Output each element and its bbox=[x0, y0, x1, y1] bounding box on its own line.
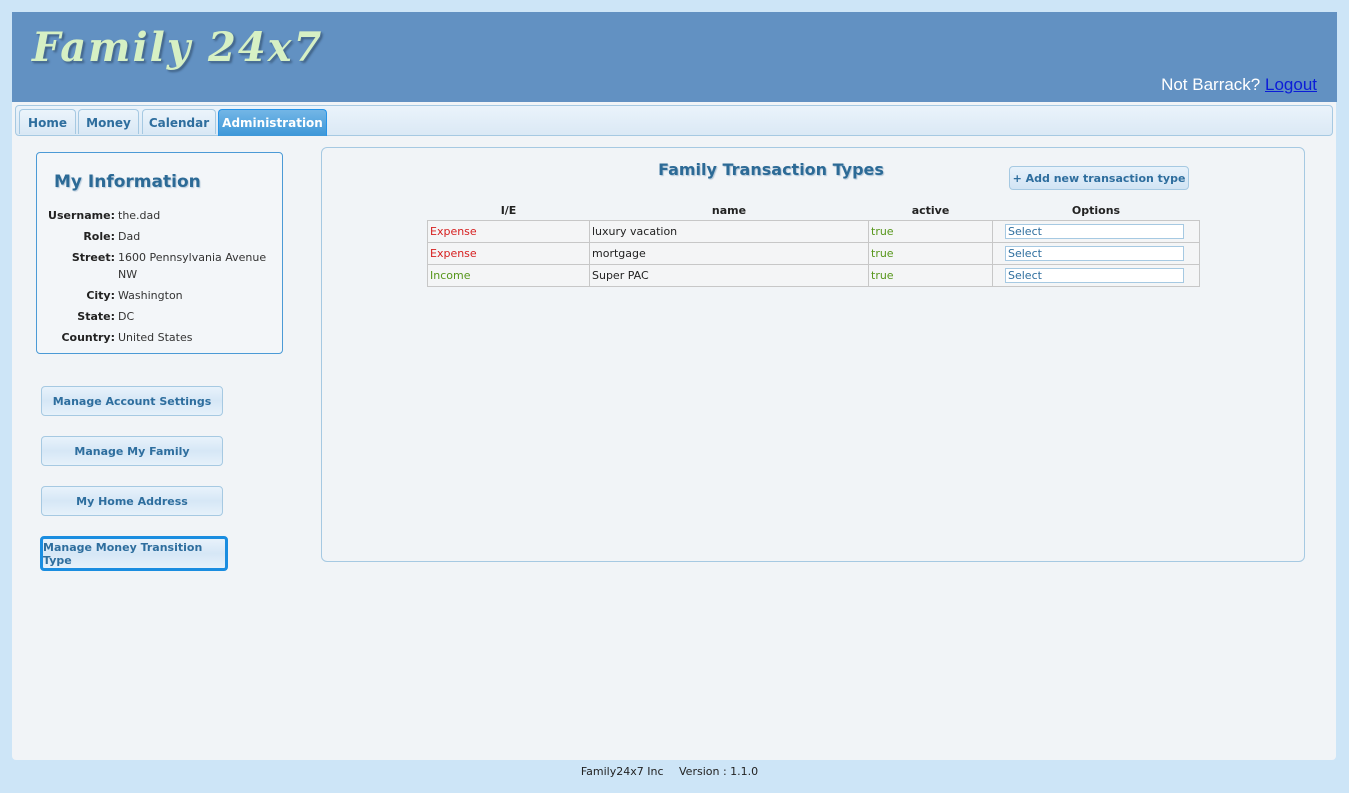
not-user-text: Not Barrack? bbox=[1161, 75, 1261, 94]
page-footer: Family24x7 Inc Version : 1.1.0 bbox=[0, 765, 1339, 778]
transaction-types-panel: Family Transaction Types + Add new trans… bbox=[321, 147, 1305, 562]
user-bar: Not Barrack? Logout bbox=[1161, 75, 1317, 95]
row-name: Super PAC bbox=[589, 264, 869, 287]
column-header-name: name bbox=[711, 203, 747, 217]
table-header-row: I/E name active Options bbox=[428, 200, 1200, 221]
tab-home[interactable]: Home bbox=[19, 109, 76, 134]
row-ie: Income bbox=[427, 264, 590, 287]
info-value: United States bbox=[118, 331, 193, 344]
my-home-address-button[interactable]: My Home Address bbox=[41, 486, 223, 516]
table-row: Expense mortgage true Select bbox=[427, 242, 1200, 265]
row-option-select[interactable]: Select bbox=[1005, 246, 1184, 261]
row-option-select[interactable]: Select bbox=[1005, 224, 1184, 239]
transaction-types-table: I/E name active Options Expense luxury v… bbox=[427, 200, 1200, 287]
footer-version: Version : 1.1.0 bbox=[679, 765, 759, 778]
row-ie: Expense bbox=[427, 242, 590, 265]
tab-money[interactable]: Money bbox=[78, 109, 139, 134]
info-label: City: bbox=[86, 289, 115, 302]
table-row: Income Super PAC true Select bbox=[427, 264, 1200, 287]
add-transaction-type-button[interactable]: + Add new transaction type bbox=[1009, 166, 1189, 190]
row-options: Select bbox=[992, 242, 1200, 265]
row-active: true bbox=[868, 242, 993, 265]
tab-calendar[interactable]: Calendar bbox=[142, 109, 216, 134]
row-active: true bbox=[868, 264, 993, 287]
row-option-select[interactable]: Select bbox=[1005, 268, 1184, 283]
info-label: Country: bbox=[61, 331, 115, 344]
footer-company: Family24x7 Inc bbox=[580, 765, 664, 778]
manage-account-settings-button[interactable]: Manage Account Settings bbox=[41, 386, 223, 416]
column-header-active: active bbox=[911, 203, 950, 217]
info-label: Role: bbox=[83, 230, 115, 243]
column-header-options: Options bbox=[1071, 203, 1121, 217]
manage-money-transition-type-button[interactable]: Manage Money Transition Type bbox=[40, 536, 228, 571]
row-name: luxury vacation bbox=[589, 220, 869, 243]
row-ie: Expense bbox=[427, 220, 590, 243]
info-value: Washington bbox=[118, 289, 183, 302]
info-label: State: bbox=[77, 310, 115, 323]
row-active: true bbox=[868, 220, 993, 243]
column-header-ie: I/E bbox=[500, 203, 517, 217]
manage-my-family-button[interactable]: Manage My Family bbox=[41, 436, 223, 466]
table-row: Expense luxury vacation true Select bbox=[427, 220, 1200, 243]
tab-administration[interactable]: Administration bbox=[218, 109, 327, 136]
row-options: Select bbox=[992, 264, 1200, 287]
app-logo: Family 24x7 bbox=[32, 24, 324, 71]
info-label: Username: bbox=[48, 209, 115, 222]
info-value: Dad bbox=[118, 230, 141, 243]
content-container: Home Money Calendar Administration My In… bbox=[12, 102, 1336, 760]
app-header: Family 24x7 Not Barrack? Logout bbox=[12, 12, 1337, 102]
logout-link[interactable]: Logout bbox=[1265, 75, 1317, 94]
my-information-title: My Information bbox=[54, 172, 201, 192]
info-label: Street: bbox=[71, 251, 115, 264]
info-value: 1600 Pennsylvania Avenue NW bbox=[118, 251, 267, 281]
my-information-panel: My Information Username: the.dad Role: D… bbox=[36, 152, 283, 354]
row-options: Select bbox=[992, 220, 1200, 243]
info-value: DC bbox=[118, 310, 135, 323]
row-name: mortgage bbox=[589, 242, 869, 265]
main-tab-bar: Home Money Calendar Administration bbox=[15, 105, 1333, 136]
info-value: the.dad bbox=[118, 209, 161, 222]
